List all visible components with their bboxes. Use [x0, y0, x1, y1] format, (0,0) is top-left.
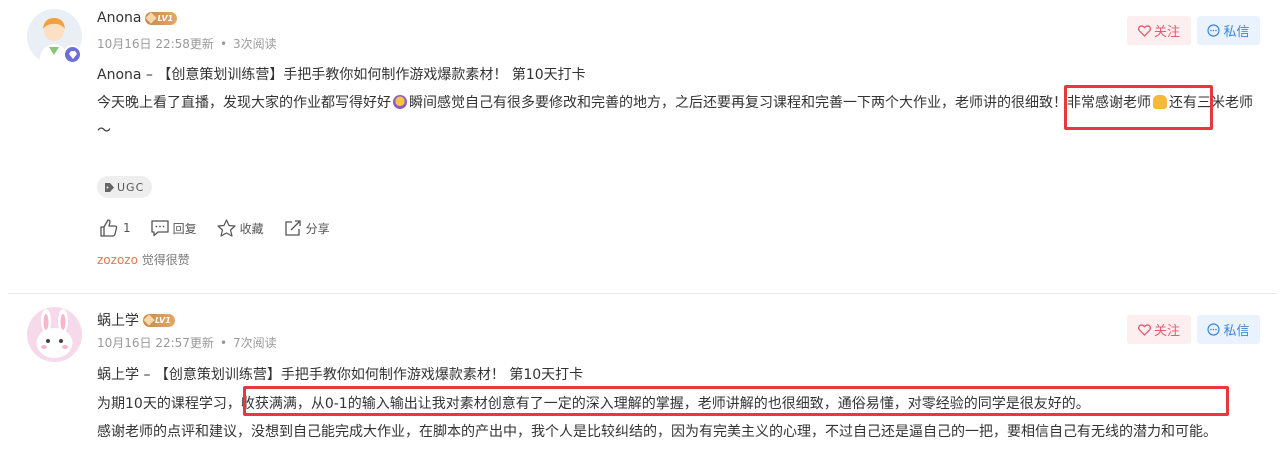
username[interactable]: 蜗上学: [97, 310, 139, 330]
post-date: 10月16日 22:58更新: [97, 37, 214, 51]
liker-name[interactable]: zozozo: [97, 253, 138, 267]
follow-label: 关注: [1153, 324, 1180, 339]
author-row: Anona LV1: [97, 10, 178, 26]
message-button[interactable]: 私信: [1197, 315, 1260, 344]
comment-icon: [150, 219, 169, 236]
emoji-icon: [393, 95, 407, 109]
post-card: Anona LV1 10月16日 22:58更新 • 3次阅读 关注 私信 Anon…: [0, 0, 1285, 293]
username[interactable]: Anona: [97, 10, 141, 26]
chat-bubble-icon: [1207, 323, 1221, 336]
body-text-segment: 为期10天的课程学习，: [97, 396, 241, 412]
author-row: 蜗上学 LV1: [97, 310, 175, 330]
topic-tag[interactable]: UGC: [97, 176, 153, 198]
post-date: 10月16日 22:57更新: [97, 336, 214, 350]
share-label: 分享: [305, 221, 330, 236]
avatar[interactable]: [27, 307, 82, 362]
like-button[interactable]: 1: [99, 218, 131, 238]
highlighted-text: 老师讲的很细致！: [955, 95, 1067, 111]
message-label: 私信: [1223, 324, 1250, 339]
body-text-segment: 非常感谢老师: [1067, 95, 1151, 111]
liked-text: 觉得很赞: [141, 253, 190, 267]
post-meta: 10月16日 22:57更新 • 7次阅读: [97, 334, 277, 351]
level-badge: LV1: [145, 11, 178, 25]
reply-button[interactable]: 回复: [150, 219, 197, 237]
post-meta: 10月16日 22:58更新 • 3次阅读: [97, 35, 277, 52]
level-text: LV1: [157, 13, 174, 23]
level-badge: LV1: [143, 313, 175, 327]
share-icon: [285, 220, 301, 236]
star-icon: [217, 219, 236, 237]
post-title[interactable]: Anona – 【创意策划训练营】手把手教你如何制作游戏爆款素材！ 第10天打卡: [97, 64, 586, 84]
tag-icon: [105, 182, 114, 192]
like-count: 1: [123, 221, 131, 235]
share-button[interactable]: 分享: [284, 219, 330, 237]
level-text: LV1: [155, 315, 171, 325]
read-count: 7次阅读: [233, 336, 277, 350]
body-text-segment: 感谢老师的点评和建议，没想到自己能完成大作业，在脚本的产出中，我个人是比较纠结的…: [97, 424, 1217, 440]
post-body: 为期10天的课程学习，收获满满，从0-1的输入输出让我对素材创意有了一定的深入理…: [97, 390, 1257, 446]
gem-icon: [145, 12, 158, 24]
read-count: 3次阅读: [233, 37, 277, 51]
body-text-segment: 今天晚上看了直播，发现大家的作业都写得好好: [97, 95, 391, 111]
action-bar: 1 回复 收藏 分享: [99, 218, 350, 238]
favorite-button[interactable]: 收藏: [217, 219, 264, 237]
message-label: 私信: [1223, 25, 1250, 40]
post-title[interactable]: 蜗上学 – 【创意策划训练营】手把手教你如何制作游戏爆款素材！ 第10天打卡: [97, 364, 583, 384]
follow-button[interactable]: 关注: [1127, 315, 1191, 344]
highlighted-text: 收获满满，从0-1的输入输出让我对素材创意有了一定的深入理解的掌握，老师讲解的也…: [240, 396, 1090, 412]
pray-emoji-icon: [1153, 95, 1167, 109]
meta-separator: •: [219, 37, 228, 51]
gem-icon: [143, 314, 155, 326]
vip-diamond-icon: [63, 45, 82, 64]
message-button[interactable]: 私信: [1197, 16, 1260, 45]
tag-label: UGC: [117, 180, 145, 194]
chat-bubble-icon: [1207, 24, 1221, 37]
body-text-segment: 瞬间感觉自己有很多要修改和完善的地方，之后还要再复习课程和完善一下两个大作业，: [409, 95, 955, 111]
favorite-label: 收藏: [239, 221, 264, 236]
thumbs-up-icon: [100, 219, 118, 237]
follow-button[interactable]: 关注: [1127, 16, 1191, 45]
reply-label: 回复: [172, 221, 197, 236]
heart-icon: [1137, 323, 1151, 336]
meta-separator: •: [219, 336, 228, 350]
follow-label: 关注: [1153, 25, 1180, 40]
post-body: 今天晚上看了直播，发现大家的作业都写得好好 瞬间感觉自己有很多要修改和完善的地方，…: [97, 89, 1257, 145]
liked-by: zozozo 觉得很赞: [97, 251, 190, 268]
post-card: 蜗上学 LV1 10月16日 22:57更新 • 7次阅读 关注 私信 蜗上学 – …: [0, 294, 1285, 476]
heart-icon: [1137, 24, 1151, 37]
